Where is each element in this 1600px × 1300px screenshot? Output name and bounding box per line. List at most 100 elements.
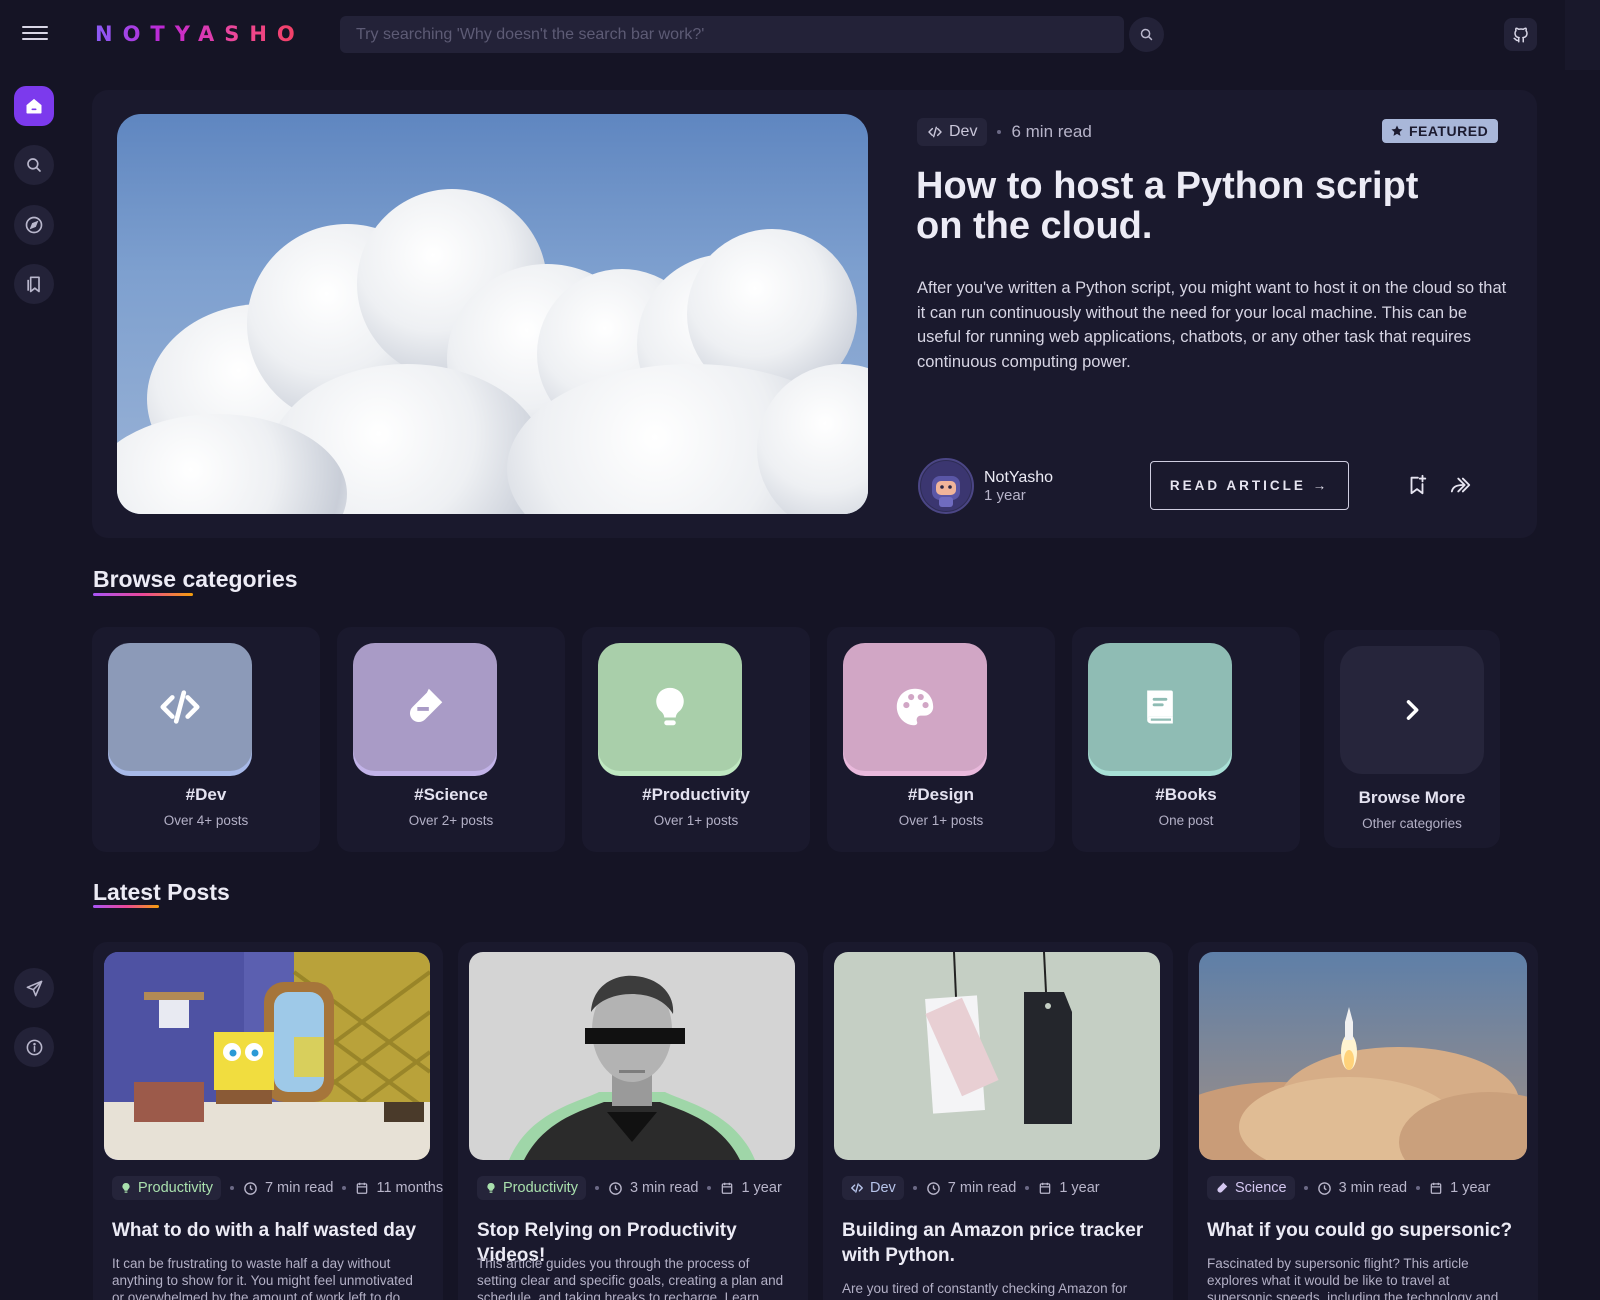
category-thumb: [108, 643, 252, 771]
read-time: 3 min read: [1317, 1180, 1408, 1196]
chevron-right-icon: [1406, 700, 1419, 720]
separator-dot: [594, 1186, 599, 1190]
search-input[interactable]: [340, 16, 1124, 53]
share-icon: [1450, 477, 1471, 493]
post-title[interactable]: What if you could go supersonic?: [1207, 1218, 1527, 1243]
category-tag[interactable]: Productivity: [477, 1176, 586, 1200]
featured-badge-label: FEATURED: [1409, 123, 1489, 139]
read-time-label: 7 min read: [947, 1180, 1017, 1196]
post-image[interactable]: [1199, 952, 1527, 1160]
post-description: It can be frustrating to waste half a da…: [112, 1256, 413, 1300]
date-label: 1 year: [1059, 1180, 1100, 1196]
hamburger-menu-icon[interactable]: [22, 22, 48, 44]
read-time: 7 min read: [926, 1180, 1017, 1196]
lightbulb-icon: [122, 1182, 130, 1193]
search-icon: [1140, 28, 1153, 41]
read-time-label: 7 min read: [264, 1180, 334, 1196]
section-title-categories: Browse categories: [93, 566, 298, 592]
read-article-button[interactable]: READ ARTICLE →: [1150, 461, 1349, 510]
category-count: Over 4+ posts: [163, 813, 249, 828]
flask-icon: [1217, 1182, 1228, 1193]
category-label: Productivity: [138, 1180, 213, 1196]
category-tag[interactable]: Dev: [917, 118, 988, 146]
clock-icon: [244, 1181, 257, 1195]
top-bar: NOTYASHO: [0, 0, 1600, 70]
post-illustration: [1199, 952, 1527, 1160]
code-icon: [160, 690, 200, 724]
post-description: This article guides you through the proc…: [477, 1256, 784, 1300]
category-card-design[interactable]: #Design Over 1+ posts: [827, 627, 1055, 852]
featured-post: Dev 6 min read FEATURED How to host a Py…: [92, 90, 1537, 538]
category-card-books[interactable]: #Books One post: [1072, 627, 1300, 852]
github-icon: [1513, 27, 1528, 42]
post-date: 1 year: [1038, 1180, 1100, 1196]
category-tag[interactable]: Science: [1207, 1176, 1295, 1200]
post-meta: Productivity 7 min read 11 months: [112, 1176, 443, 1200]
post-meta: Dev 7 min read 1 year: [842, 1176, 1100, 1200]
post-date: 1 year: [1429, 1180, 1490, 1196]
post-image[interactable]: [834, 952, 1160, 1160]
post-meta: Science 3 min read 1 year: [1207, 1176, 1490, 1200]
post-title[interactable]: What to do with a half wasted day: [112, 1218, 432, 1243]
category-count: Over 1+ posts: [898, 813, 984, 828]
avatar: [918, 458, 974, 514]
featured-title[interactable]: How to host a Python script on the cloud…: [916, 166, 1436, 246]
post-card[interactable]: Productivity 3 min read 1 year Stop Rely…: [458, 942, 808, 1300]
post-image[interactable]: [104, 952, 430, 1160]
post-description: Fascinated by supersonic flight? This ar…: [1207, 1256, 1499, 1300]
flask-icon: [409, 688, 443, 723]
separator-dot: [1025, 1186, 1030, 1190]
separator-dot: [912, 1186, 917, 1190]
read-time-label: 3 min read: [629, 1180, 699, 1196]
category-label: Productivity: [503, 1180, 578, 1196]
featured-meta: Dev 6 min read: [917, 118, 1092, 146]
category-name: #Books: [1155, 785, 1217, 804]
calendar-icon: [357, 1182, 368, 1194]
category-tag[interactable]: Productivity: [112, 1176, 221, 1200]
category-tag[interactable]: Dev: [842, 1176, 904, 1200]
browse-more-sub: Other categories: [1362, 816, 1462, 831]
nav-home[interactable]: [14, 86, 54, 126]
post-card[interactable]: Dev 7 min read 1 year Building an Amazon…: [823, 942, 1173, 1300]
read-time-label: 3 min read: [1338, 1180, 1408, 1196]
category-card-productivity[interactable]: #Productivity Over 1+ posts: [582, 627, 810, 852]
featured-image[interactable]: [117, 114, 868, 514]
section-title-latest: Latest Posts: [93, 879, 230, 905]
category-card-dev[interactable]: #Dev Over 4+ posts: [92, 627, 320, 852]
post-age: 1 year: [984, 486, 1026, 504]
category-thumb: [353, 643, 497, 771]
lightbulb-icon: [656, 687, 684, 726]
post-card[interactable]: Science 3 min read 1 year What if you co…: [1188, 942, 1538, 1300]
nav-bookmarks[interactable]: [14, 264, 54, 304]
separator-dot: [1303, 1186, 1308, 1190]
category-card-science[interactable]: #Science Over 2+ posts: [337, 627, 565, 852]
post-image[interactable]: [469, 952, 795, 1160]
github-button[interactable]: [1504, 18, 1537, 51]
star-icon: [1391, 125, 1403, 136]
separator-dot: [229, 1186, 234, 1190]
send-icon: [26, 980, 42, 996]
author-info[interactable]: NotYasho 1 year: [918, 458, 1053, 514]
clock-icon: [609, 1181, 622, 1195]
post-title[interactable]: Building an Amazon price tracker with Py…: [842, 1218, 1162, 1268]
topbar-edge: [1565, 0, 1600, 70]
nav-search[interactable]: [14, 145, 54, 185]
avatar-icon: [921, 461, 971, 511]
nav-contact[interactable]: [14, 968, 54, 1008]
featured-badge: FEATURED: [1382, 119, 1499, 143]
nav-explore[interactable]: [14, 205, 54, 245]
calendar-icon: [1430, 1182, 1442, 1194]
read-time: 7 min read: [243, 1180, 334, 1196]
search-button[interactable]: [1129, 17, 1164, 52]
post-card[interactable]: Productivity 7 min read 11 months What t…: [93, 942, 443, 1300]
date-label: 11 months: [376, 1180, 443, 1196]
bookmark-button[interactable]: [1403, 471, 1431, 499]
category-count: Over 2+ posts: [408, 813, 494, 828]
site-logo[interactable]: NOTYASHO: [95, 22, 305, 46]
post-illustration: [834, 952, 1160, 1160]
code-icon: [851, 1183, 863, 1193]
browse-more-card[interactable]: Browse More Other categories: [1324, 630, 1500, 848]
nav-about[interactable]: [14, 1027, 54, 1067]
share-button[interactable]: [1447, 471, 1475, 499]
book-icon: [1147, 690, 1173, 724]
